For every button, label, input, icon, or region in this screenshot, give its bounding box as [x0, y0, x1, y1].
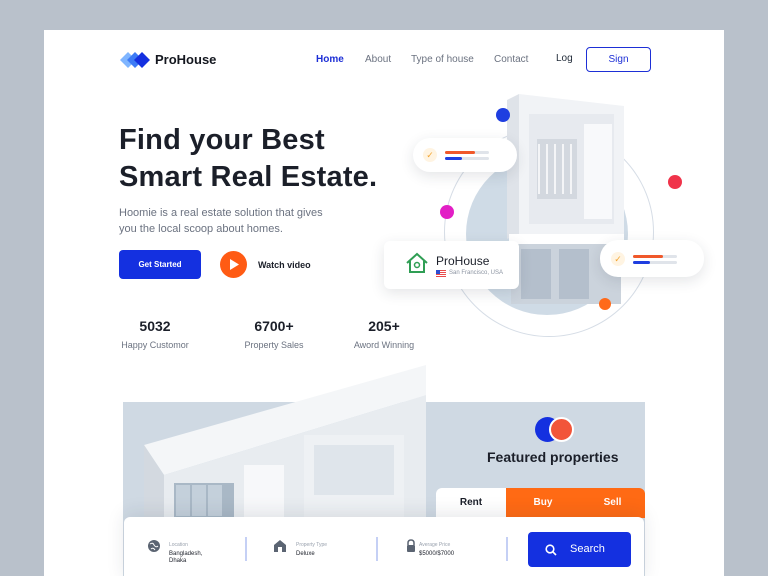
- red-home-icon: [668, 175, 682, 189]
- stat-value: 205+: [368, 318, 400, 334]
- check-icon: ✓: [611, 252, 625, 266]
- progress-fill: [633, 261, 650, 264]
- progress-fill: [445, 151, 475, 154]
- featured-building-image: [144, 365, 426, 535]
- property-location: San Francisco, USA: [449, 270, 504, 276]
- blue-orbit-icon: [496, 108, 510, 122]
- orange-orbit-icon: [599, 298, 611, 310]
- divider: [506, 537, 508, 561]
- login-link[interactable]: Log: [556, 53, 573, 64]
- us-flag-icon: [436, 270, 446, 277]
- hero-title-line2: Smart Real Estate.: [119, 161, 378, 193]
- search-bar: Location Bangladesh, Dhaka Property Type…: [124, 517, 644, 576]
- search-button[interactable]: Search: [528, 532, 631, 567]
- search-icon: [545, 544, 557, 556]
- nav-type-of-house[interactable]: Type of house: [411, 54, 474, 65]
- average-price-label: Average Price: [419, 542, 451, 548]
- check-icon: ✓: [423, 148, 437, 162]
- brand-logo-icon: [120, 52, 150, 68]
- brand-name[interactable]: ProHouse: [155, 52, 216, 67]
- hero-title-line1: Find your Best: [119, 124, 325, 156]
- lock-icon: [407, 539, 415, 552]
- magenta-settings-icon: [440, 205, 454, 219]
- progress-fill: [445, 157, 462, 160]
- watch-video-label[interactable]: Watch video: [258, 260, 311, 270]
- property-type-label: Property Type: [296, 542, 328, 548]
- home-icon: [274, 540, 286, 552]
- page: ProHouse Home About Type of house Contac…: [44, 30, 724, 576]
- play-icon: [230, 259, 239, 270]
- progress-card: ✓: [413, 138, 517, 172]
- search-button-label: Search: [570, 543, 605, 555]
- nav-home[interactable]: Home: [316, 54, 344, 65]
- divider: [245, 537, 247, 561]
- play-video-button[interactable]: [220, 251, 247, 278]
- nav-about[interactable]: About: [365, 54, 391, 65]
- hero-building-image: [507, 94, 624, 304]
- tab-rent[interactable]: Rent: [436, 488, 506, 518]
- featured-orange-circle: [549, 417, 574, 442]
- stat-value: 6700+: [254, 318, 294, 334]
- progress-card: ✓: [600, 240, 704, 277]
- tab-buy[interactable]: Buy: [506, 488, 580, 518]
- get-started-button[interactable]: Get Started: [119, 250, 201, 279]
- signup-button[interactable]: Sign: [586, 47, 651, 72]
- hero-title: Find your Best Smart Real Estate.: [119, 122, 419, 196]
- location-label: Location: [169, 542, 188, 548]
- stat-label: Aword Winning: [353, 340, 415, 350]
- home-icon: [406, 252, 428, 273]
- property-type-field[interactable]: Deluxe: [296, 551, 346, 558]
- average-price-field[interactable]: $5000/$7000: [419, 551, 469, 558]
- divider: [376, 537, 378, 561]
- property-card[interactable]: ProHouse San Francisco, USA: [384, 241, 519, 289]
- stat-label: Property Sales: [244, 340, 304, 350]
- stat-label: Happy Customor: [121, 340, 189, 350]
- hero-description: Hoomie is a real estate solution that gi…: [119, 207, 323, 235]
- progress-fill: [633, 255, 663, 258]
- nav-contact[interactable]: Contact: [494, 54, 528, 65]
- featured-title: Featured properties: [487, 449, 619, 465]
- tab-sell[interactable]: Sell: [580, 488, 645, 518]
- globe-icon: [148, 540, 160, 552]
- location-field[interactable]: Bangladesh, Dhaka: [169, 551, 219, 565]
- property-name: ProHouse: [436, 254, 490, 268]
- stat-value: 5032: [139, 318, 171, 334]
